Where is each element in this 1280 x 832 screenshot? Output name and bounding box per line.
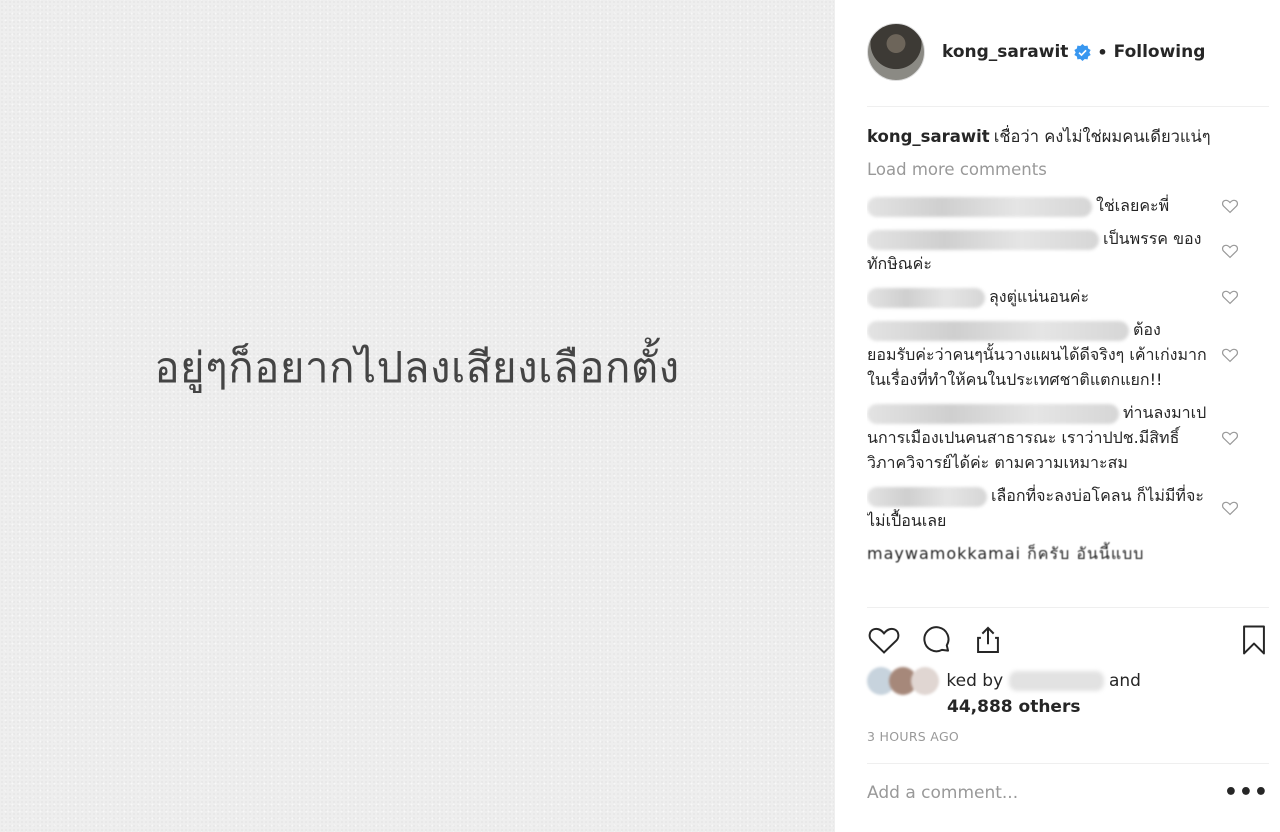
likes-summary: ked by and 44,888 others	[867, 667, 1269, 720]
comment-item: ลุงตู่แน่นอนค่ะ	[867, 284, 1247, 309]
bookmark-icon[interactable]	[1237, 623, 1271, 657]
comment-item: เป็นพรรค ของทักษิณค่ะ	[867, 226, 1247, 276]
post-image-text: อยู่ๆก็อยากไปลงเสียงเลือกตั้ง	[154, 343, 680, 392]
header-username[interactable]: kong_sarawit	[942, 42, 1068, 62]
blurred-username	[867, 196, 1092, 217]
comment-item: ท่านลงมาเปนการเมืองเปนคนสาธารณะ เราว่าปป…	[867, 400, 1247, 475]
comment-text: ลุงตู่แน่นอนค่ะ	[989, 287, 1090, 306]
likes-count-button[interactable]: 44,888 others	[947, 697, 1080, 717]
post-header: kong_sarawit • Following	[867, 22, 1269, 82]
post-side-panel: kong_sarawit • Following kong_sarawit เชื…	[834, 0, 1280, 832]
actions-divider	[867, 607, 1269, 608]
comment-like-heart-icon[interactable]	[1221, 197, 1239, 215]
action-bar	[867, 622, 1271, 658]
blurred-username	[867, 229, 1099, 250]
post-timestamp[interactable]: 3 HOURS AGO	[867, 729, 959, 744]
liker-avatars	[867, 667, 939, 695]
caption-username[interactable]: kong_sarawit	[867, 127, 990, 146]
partial-comment: maywamokkamai ก็ครับ อันนี้แบบ	[867, 544, 1145, 563]
liker-avatar	[911, 667, 939, 695]
load-more-comments-button[interactable]: Load more comments	[867, 160, 1047, 179]
more-options-icon[interactable]: •••	[1224, 780, 1269, 805]
heart-icon[interactable]	[867, 623, 901, 657]
comment-like-heart-icon[interactable]	[1221, 242, 1239, 260]
add-comment-bar: •••	[867, 780, 1269, 805]
post-image: อยู่ๆก็อยากไปลงเสียงเลือกตั้ง	[0, 0, 834, 832]
share-icon[interactable]	[971, 623, 1005, 657]
comment-like-heart-icon[interactable]	[1221, 346, 1239, 364]
blurred-username	[867, 320, 1129, 341]
caption-text: เชื่อว่า คงไม่ใช่ผมคนเดียวแน่ๆ	[993, 127, 1211, 146]
avatar[interactable]	[867, 23, 925, 81]
comment-icon[interactable]	[919, 623, 953, 657]
header-divider	[867, 106, 1269, 107]
following-button[interactable]: Following	[1114, 42, 1206, 62]
post-caption: kong_sarawit เชื่อว่า คงไม่ใช่ผมคนเดียวแน…	[867, 125, 1269, 149]
comment-text: ใช่เลยคะพี่	[1096, 196, 1170, 215]
blurred-liker-name	[1008, 671, 1104, 691]
liked-by-label: ked by	[946, 671, 1004, 691]
comment-item: เลือกที่จะลงบ่อโคลน ก็ไม่มีที่จะไม่เปื้อ…	[867, 483, 1247, 533]
header-separator: •	[1097, 42, 1108, 62]
comment-item: ใช่เลยคะพี่	[867, 193, 1247, 218]
comment-like-heart-icon[interactable]	[1221, 429, 1239, 447]
comments-list[interactable]: ใช่เลยคะพี่ เป็นพรรค ของทักษิณค่ะ ลุงตู่…	[867, 193, 1247, 607]
blurred-username	[867, 486, 987, 507]
blurred-username	[867, 403, 1119, 424]
liked-by-and-label: and	[1108, 671, 1141, 691]
comment-item: ต้อง ยอมรับค่ะว่าคนๆนั้นวางแผนได้ดีจริงๆ…	[867, 317, 1247, 392]
add-comment-input[interactable]	[867, 782, 1224, 803]
blurred-username	[867, 287, 985, 308]
comment-box-divider	[867, 763, 1269, 764]
comment-like-heart-icon[interactable]	[1221, 499, 1239, 517]
comment-like-heart-icon[interactable]	[1221, 288, 1239, 306]
verified-badge-icon	[1074, 43, 1092, 61]
